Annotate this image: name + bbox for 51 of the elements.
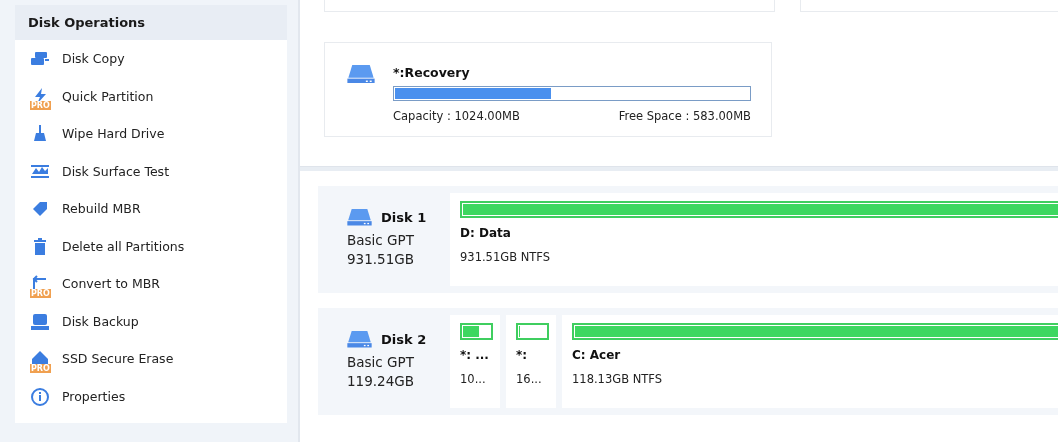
partition-name: *: — [516, 348, 529, 362]
item-label: Quick Partition — [62, 88, 154, 104]
pro-badge: PRO — [30, 363, 51, 373]
sidebar-item[interactable]: PRO SSD Secure Erase — [15, 340, 287, 378]
sidebar-item[interactable]: Rebuild MBR — [15, 190, 287, 228]
partition-detail: 118.13GB NTFS — [572, 372, 664, 386]
sidebar-item[interactable]: Wipe Hard Drive — [15, 115, 287, 153]
volume-name: *:Recovery — [393, 65, 471, 81]
disk-type: Basic GPT — [347, 231, 415, 249]
sidebar-item[interactable]: PRO Quick Partition — [15, 77, 287, 115]
item-label: Disk Copy — [62, 51, 125, 67]
item-label: Disk Backup — [62, 313, 139, 329]
disk-row[interactable]: Disk 1 Basic GPT 931.51GB D: Data 931.51GB NTFS — [318, 186, 1058, 293]
item-label: Convert to MBR — [62, 276, 160, 292]
capacity-text: Capacity : 1024.00MB — [393, 109, 520, 123]
partition-block[interactable]: *: 16... — [506, 315, 556, 408]
disk-name: Disk 2 — [381, 331, 427, 347]
partition-detail: 931.51GB NTFS — [460, 250, 552, 264]
sidebar-item[interactable]: Disk Copy — [15, 40, 287, 78]
partition-name: C: Acer — [572, 348, 622, 362]
sidebar-item[interactable]: Delete all Partitions — [15, 227, 287, 265]
partition-detail: 16... — [516, 372, 543, 386]
drive-icon — [347, 65, 375, 84]
pro-badge: PRO — [30, 288, 51, 298]
partition-block[interactable]: *: ... 10... — [450, 315, 500, 408]
item-label: Wipe Hard Drive — [62, 126, 165, 142]
disk-size: 931.51GB — [347, 250, 415, 268]
free-space-text: Free Space : 583.00MB — [618, 109, 751, 123]
info-icon — [30, 386, 50, 406]
partition-name: *: ... — [460, 348, 490, 362]
item-label: Rebuild MBR — [62, 201, 141, 217]
disk-size: 119.24GB — [347, 372, 415, 390]
sidebar-item[interactable]: Disk Backup — [15, 302, 287, 340]
partition-block[interactable]: C: Acer 118.13GB NTFS — [562, 315, 1058, 408]
item-label: Delete all Partitions — [62, 238, 185, 254]
disk-row[interactable]: Disk 2 Basic GPT 119.24GB *: ... 10... *: 16... C: Acer 118.13GB NTFS — [318, 308, 1058, 415]
item-label: SSD Secure Erase — [62, 351, 174, 367]
partition-detail: 10... — [460, 372, 487, 386]
pro-badge: PRO — [30, 101, 51, 111]
item-label: Properties — [62, 388, 126, 404]
partition-block[interactable]: D: Data 931.51GB NTFS — [450, 193, 1058, 286]
sidebar-item[interactable]: PRO Convert to MBR — [15, 265, 287, 303]
drive-icon — [347, 331, 372, 348]
sidebar-title: Disk Operations — [15, 5, 287, 40]
partition-name: D: Data — [460, 226, 512, 240]
sidebar-item[interactable]: Disk Surface Test — [15, 152, 287, 190]
drive-icon — [347, 209, 372, 226]
disk-name: Disk 1 — [381, 209, 427, 225]
sidebar-item[interactable]: Properties — [15, 377, 287, 415]
disk-type: Basic GPT — [347, 353, 415, 371]
item-label: Disk Surface Test — [62, 163, 170, 179]
